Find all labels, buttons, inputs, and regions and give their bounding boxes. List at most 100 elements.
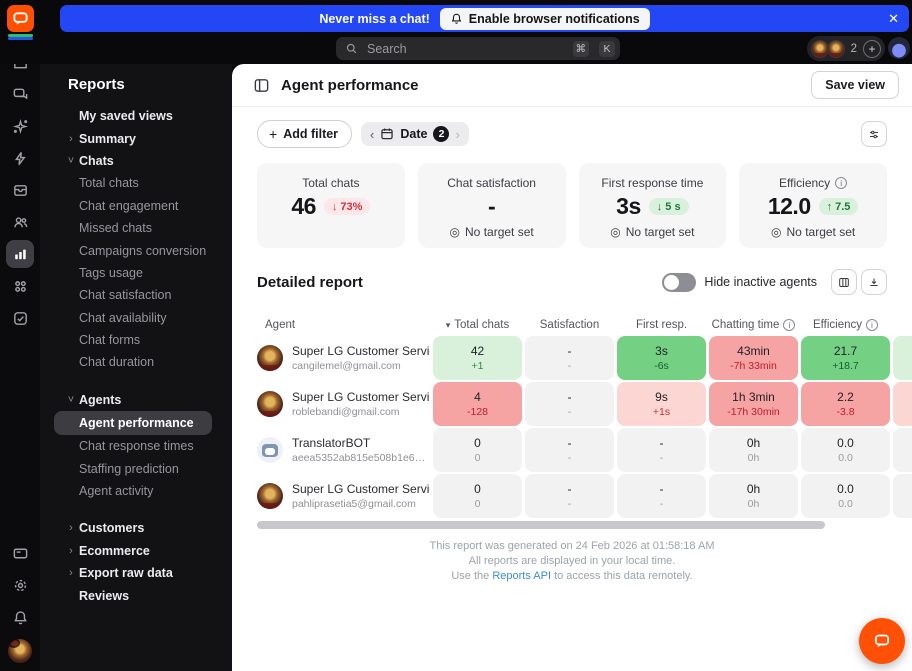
sidebar-item[interactable]: › Ecommerce: [40, 540, 232, 562]
sidebar-item-label: Chat forms: [79, 333, 141, 348]
sidebar-item[interactable]: Tags usage: [40, 262, 232, 284]
sidebar-item[interactable]: Chat engagement: [40, 195, 232, 217]
column-agent[interactable]: Agent: [257, 319, 430, 331]
sidebar-item[interactable]: › Export raw data: [40, 562, 232, 584]
sidebar-item[interactable]: Campaigns conversion: [40, 239, 232, 261]
metric-cell: 9s +1s: [617, 382, 706, 426]
column-first-resp[interactable]: First resp.: [617, 319, 706, 331]
sidebar-item[interactable]: My saved views: [40, 105, 232, 127]
hide-inactive-toggle[interactable]: [662, 272, 697, 292]
metric-value: -: [567, 390, 572, 404]
column-total-chats[interactable]: ▾ Total chats: [433, 319, 522, 331]
info-icon[interactable]: i: [783, 319, 796, 331]
detailed-report-title: Detailed report: [257, 273, 363, 291]
sidebar-item[interactable]: ˅ Agents: [40, 389, 232, 411]
user-avatar[interactable]: [8, 639, 32, 663]
column-satisfaction[interactable]: Satisfaction: [525, 319, 614, 331]
agent-cell: TranslatorBOT aeea5352ab815e508b1e687701…: [257, 428, 430, 472]
team-avatars-pill[interactable]: 2 +: [806, 36, 885, 61]
chevron-icon: ›: [69, 567, 73, 580]
sidebar-item[interactable]: Total chats: [40, 172, 232, 194]
info-icon[interactable]: i: [866, 319, 878, 331]
contacts-icon[interactable]: [6, 208, 34, 236]
stat-card: Efficiency i 12.0 ↑ 7.5 ◎ No target set: [739, 163, 887, 248]
ai-assist-icon[interactable]: [6, 112, 34, 140]
close-icon[interactable]: ✕: [888, 5, 899, 32]
table-row[interactable]: TranslatorBOT aeea5352ab815e508b1e687701…: [232, 428, 912, 472]
profile-avatar[interactable]: [888, 37, 910, 59]
add-filter-button[interactable]: + Add filter: [257, 120, 353, 148]
chevron-icon: ˅: [67, 154, 75, 167]
sidebar-title: Reports: [68, 76, 125, 93]
date-filter-pill[interactable]: ‹ Date 2 ›: [361, 122, 469, 146]
reports-icon[interactable]: [6, 240, 34, 268]
metric-value: -: [567, 344, 572, 358]
horizontal-scrollbar[interactable]: [257, 521, 825, 529]
sidebar-item[interactable]: Chat forms: [40, 329, 232, 351]
stat-value: 46: [291, 193, 316, 219]
report-settings-button[interactable]: [861, 121, 887, 147]
sidebar-item[interactable]: › Customers: [40, 517, 232, 539]
table-row[interactable]: Super LG Customer Service 02 cangilemel@…: [232, 336, 912, 380]
metric-change: -17h 30min: [727, 406, 780, 418]
notifications-icon[interactable]: [6, 603, 34, 631]
agent-cell: Super LG Customer Service 03 roblebandi@…: [257, 382, 430, 426]
manage-columns-button[interactable]: [831, 269, 857, 295]
stat-label-text: Total chats: [302, 176, 360, 190]
enable-notifications-button[interactable]: Enable browser notifications: [439, 7, 650, 30]
chats-icon[interactable]: [6, 80, 34, 108]
team-avatar: [826, 39, 845, 58]
livechat-logo[interactable]: [7, 5, 34, 32]
hide-inactive-label: Hide inactive agents: [704, 275, 817, 289]
sort-desc-icon: ▾: [445, 319, 451, 330]
sidebar-item[interactable]: Chat response times: [40, 435, 232, 457]
metric-cell: 0 0: [433, 428, 522, 472]
download-report-button[interactable]: [861, 269, 887, 295]
chevron-right-icon[interactable]: ›: [455, 127, 459, 142]
sidebar-item-label: Chat availability: [79, 310, 167, 325]
metric-change: -: [567, 452, 572, 464]
stat-delta-value: 73%: [340, 200, 363, 213]
metric-cell: 4 -128: [433, 382, 522, 426]
overflow-cell: [893, 336, 912, 380]
detailed-report-header: Detailed report Hide inactive agents: [257, 269, 887, 295]
table-row[interactable]: Super LG Customer Service 01 pahlipraset…: [232, 474, 912, 518]
column-efficiency[interactable]: Efficiency i: [801, 319, 890, 331]
metric-cells: 0 0 - - - - 0h 0h 0.0 0.0: [433, 474, 890, 518]
metric-value: 9s: [655, 390, 668, 404]
sidebar-item-label: Agent performance: [79, 416, 194, 431]
sidebar-item[interactable]: Agent activity: [40, 480, 232, 502]
sidebar-item[interactable]: Reviews: [40, 584, 232, 606]
sidebar-item[interactable]: Missed chats: [40, 217, 232, 239]
tasks-icon[interactable]: [6, 304, 34, 332]
archives-icon[interactable]: [6, 176, 34, 204]
sidebar-item[interactable]: Chat satisfaction: [40, 284, 232, 306]
metric-cells: 42 +1 - - 3s -6s 43min -7h 33min 21.7 +1…: [433, 336, 890, 380]
agent-avatar: [257, 345, 283, 371]
info-icon[interactable]: i: [835, 177, 848, 189]
chevron-left-icon[interactable]: ‹: [370, 127, 374, 142]
apps-icon[interactable]: [6, 272, 34, 300]
report-footer: This report was generated on 24 Feb 2026…: [232, 539, 912, 584]
sidebar-item[interactable]: Agent performance: [54, 411, 212, 436]
add-agent-button[interactable]: +: [863, 39, 881, 58]
sidebar-item[interactable]: Chat availability: [40, 307, 232, 329]
collapse-sidebar-icon[interactable]: [253, 77, 270, 94]
global-search[interactable]: ⌘ K: [336, 37, 620, 60]
sidebar-item[interactable]: › Summary: [40, 127, 232, 149]
billing-icon[interactable]: [6, 539, 34, 567]
column-chatting-time[interactable]: Chatting time i: [709, 319, 798, 331]
reports-api-link[interactable]: Reports API: [492, 570, 551, 582]
search-input[interactable]: [365, 40, 563, 57]
sidebar-item[interactable]: Chat duration: [40, 351, 232, 373]
sidebar-item[interactable]: Staffing prediction: [40, 457, 232, 479]
metric-cell: 0h 0h: [709, 428, 798, 472]
sidebar-item[interactable]: ˅ Chats: [40, 150, 232, 172]
column-chatting-time-label: Chatting time: [711, 319, 780, 331]
automation-icon[interactable]: [6, 144, 34, 172]
settings-icon[interactable]: [6, 571, 34, 599]
table-row[interactable]: Super LG Customer Service 03 roblebandi@…: [232, 382, 912, 426]
target-label: No target set: [786, 225, 856, 239]
save-view-button[interactable]: Save view: [811, 71, 899, 99]
chat-widget-button[interactable]: [859, 618, 905, 664]
